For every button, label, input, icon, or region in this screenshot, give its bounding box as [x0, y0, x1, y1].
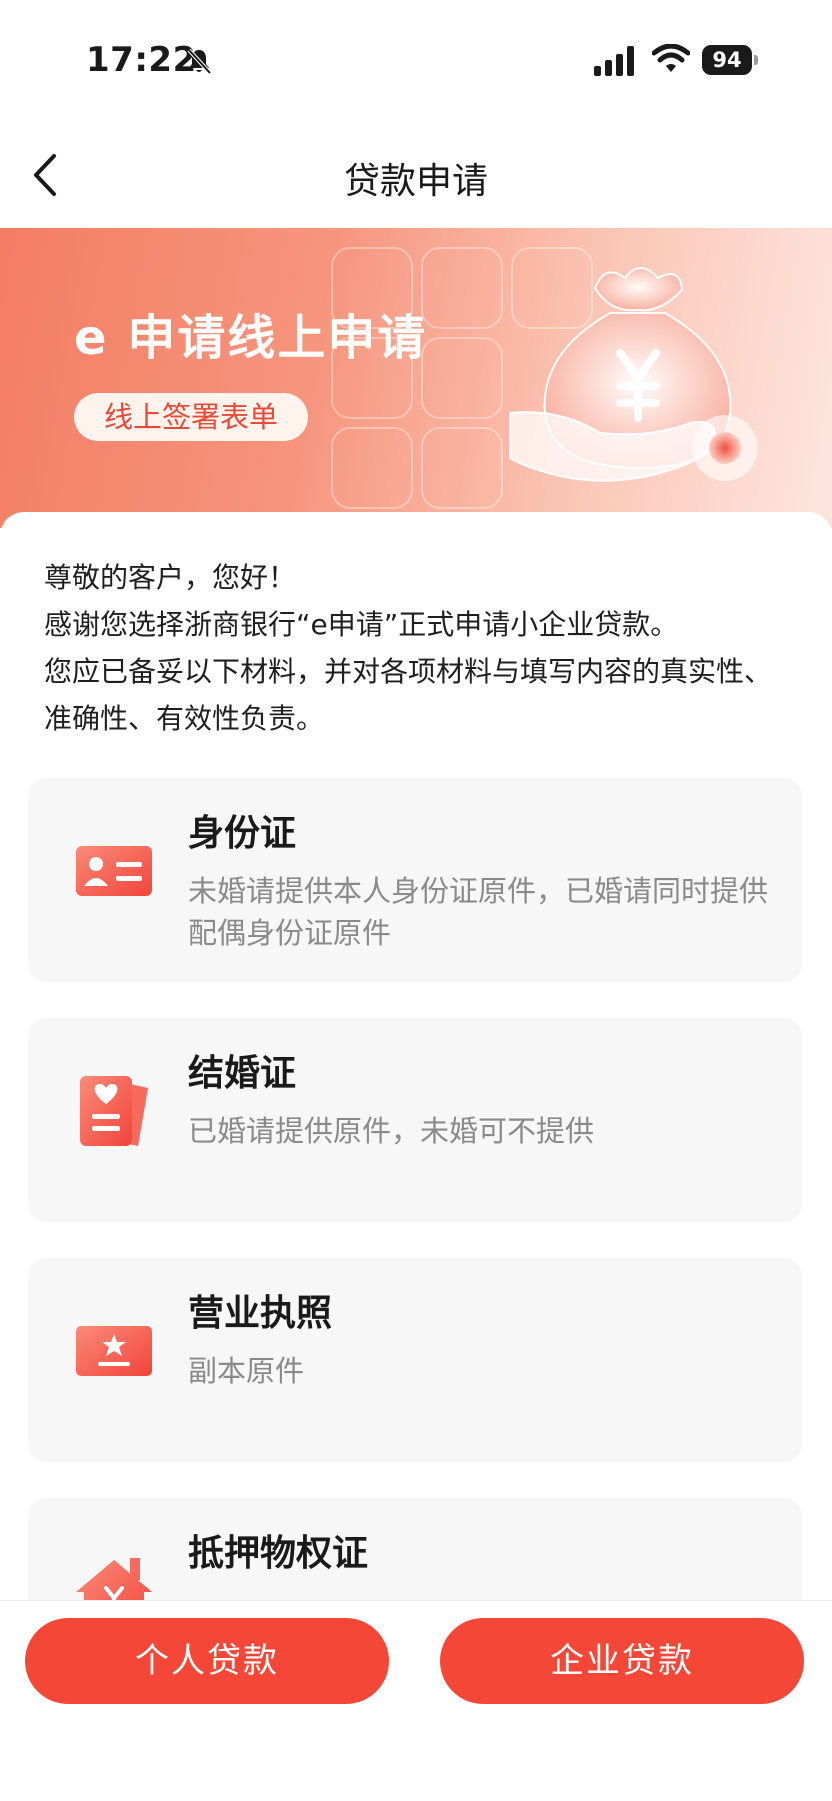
marriage-certificate-icon [80, 1076, 148, 1146]
money-bag-icon [509, 267, 758, 482]
battery-level: 94 [702, 45, 752, 75]
promo-banner: e 申请线上申请 线上签署表单 [0, 228, 832, 528]
material-item-marriage-certificate: 结婚证 已婚请提供原件，未婚可不提供 [28, 1018, 802, 1222]
wifi-icon [652, 44, 690, 72]
material-desc: 已婚请提供原件，未婚可不提供 [188, 1114, 595, 1148]
intro-line-2: 您应已备妥以下材料，并对各项材料与填写内容的真实性、准确性、有效性负责。 [44, 655, 773, 735]
page-title: 贷款申请 [343, 161, 488, 202]
material-item-business-license: 营业执照 副本原件 [28, 1258, 802, 1462]
material-title: 营业执照 [188, 1293, 333, 1334]
status-bar: 17:22 94 [0, 0, 832, 120]
material-desc: 副本原件 [188, 1354, 305, 1388]
intro-text: 尊敬的客户，您好！ 感谢您选择浙商银行“e申请”正式申请小企业贷款。 您应已备妥… [44, 554, 784, 742]
id-card-icon [76, 846, 152, 896]
business-license-icon [76, 1326, 152, 1376]
banner-title: e 申请线上申请 [74, 310, 428, 366]
bell-slash-icon [187, 48, 212, 75]
intro-greeting: 尊敬的客户，您好！ [44, 561, 297, 594]
material-title: 结婚证 [188, 1053, 297, 1094]
enterprise-loan-button[interactable]: 企业贷款 [440, 1618, 804, 1704]
material-title: 身份证 [188, 813, 297, 854]
material-title: 抵押物权证 [188, 1533, 369, 1574]
bottom-action-bar: 个人贷款 企业贷款 [0, 1600, 832, 1801]
material-desc: 未婚请提供本人身份证原件，已婚请同时提供配偶身份证原件 [188, 874, 769, 950]
nav-bar: 贷款申请 [0, 120, 832, 228]
cellular-signal-icon [594, 46, 634, 76]
personal-loan-button[interactable]: 个人贷款 [25, 1618, 389, 1704]
intro-line-1: 感谢您选择浙商银行“e申请”正式申请小企业贷款。 [44, 608, 679, 641]
battery-icon: 94 [702, 45, 758, 75]
banner-chip: 线上签署表单 [74, 393, 309, 441]
content-panel: 尊敬的客户，您好！ 感谢您选择浙商银行“e申请”正式申请小企业贷款。 您应已备妥… [0, 512, 832, 1702]
material-item-id-card: 身份证 未婚请提供本人身份证原件，已婚请同时提供配偶身份证原件 [28, 778, 802, 982]
status-time: 17:22 [86, 40, 197, 80]
